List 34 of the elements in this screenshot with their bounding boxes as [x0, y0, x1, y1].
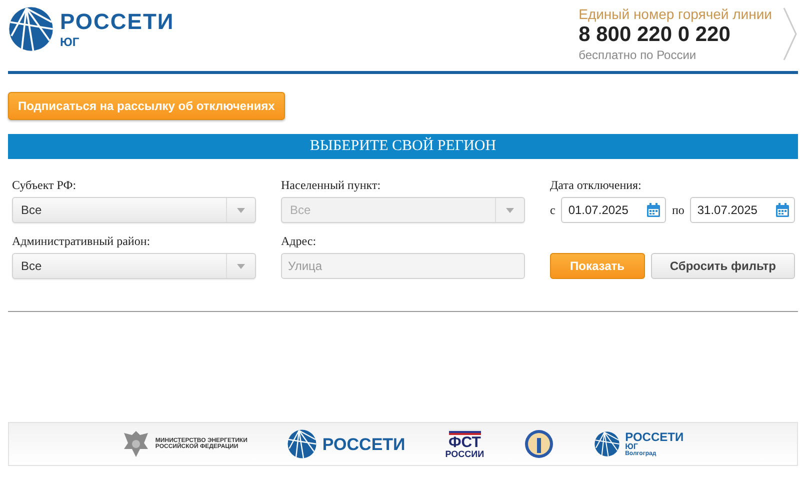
date-from-label: с: [550, 202, 556, 218]
logo-region-text: ЮГ: [60, 35, 80, 49]
calendar-icon[interactable]: [775, 202, 790, 218]
round-emblem-icon: [524, 429, 554, 459]
dropdown-field[interactable]: Все: [12, 253, 256, 279]
logo-text: РОССЕТИ: [625, 431, 684, 443]
dropdown-field[interactable]: Все: [12, 197, 256, 223]
field-label: Адрес:: [281, 234, 318, 249]
globe-logo-icon: [594, 431, 620, 457]
flag-icon: [448, 429, 481, 435]
globe-logo-icon: [8, 6, 54, 52]
hotline-title: Единый номер горячей линии: [578, 6, 772, 22]
field-label: Дата отключения:: [550, 178, 642, 193]
date-to-label: по: [672, 202, 684, 218]
globe-logo-icon: [287, 429, 318, 459]
date-field[interactable]: 01.07.2025: [561, 197, 666, 223]
region-bar: ВЫБЕРИТЕ СВОЙ РЕГИОН: [8, 134, 798, 159]
reset-filter-button[interactable]: Сбросить фильтр: [650, 253, 795, 279]
date-field[interactable]: 31.07.2025: [690, 197, 795, 223]
address-field[interactable]: Улица: [281, 253, 525, 279]
logo-text: ЮГ: [625, 443, 638, 451]
fst-logo-text: ФСТ: [448, 435, 481, 450]
logo-text: РОССЕТИ: [322, 436, 406, 452]
hotline-phone: 8 800 220 0 220: [578, 22, 732, 48]
fst-logo-text: РОССИИ: [445, 450, 484, 459]
field-label: Субъект РФ:: [12, 178, 78, 193]
field-label: Административный район:: [12, 234, 152, 249]
field-label: Населенный пункт:: [281, 178, 382, 193]
logo-text: РОССЕТИ: [60, 9, 174, 35]
calendar-icon[interactable]: [646, 202, 661, 218]
caret-down-icon: [237, 208, 245, 212]
caret-down-icon: [237, 264, 245, 268]
hotline-note: бесплатно по России: [578, 48, 698, 62]
caret-down-icon: [506, 208, 514, 212]
